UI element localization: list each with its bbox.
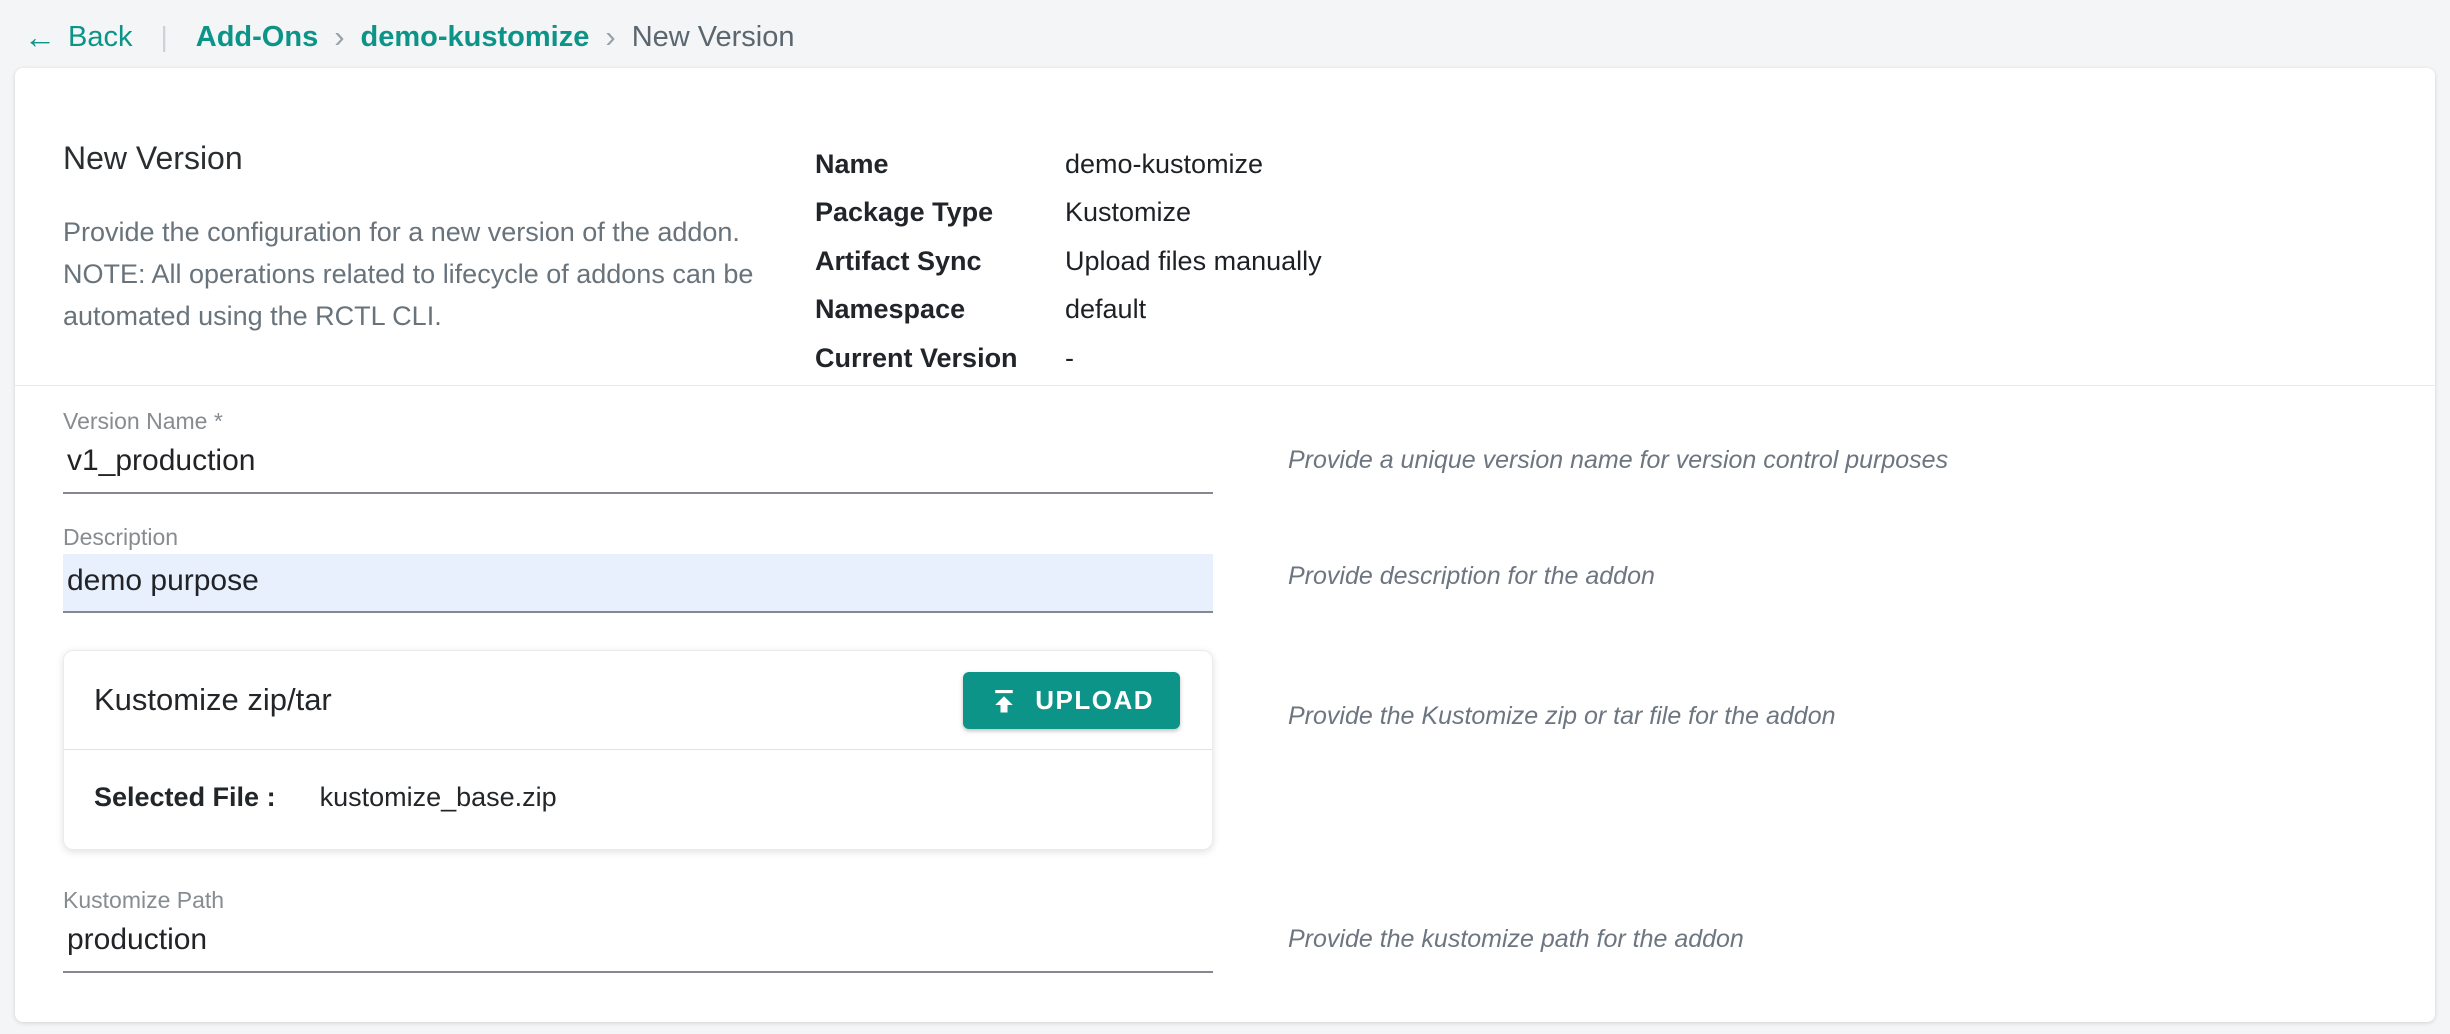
version-name-row: Version Name * Provide a unique version …: [63, 406, 2435, 494]
page-description: Provide the configuration for a new vers…: [63, 211, 795, 337]
breadcrumb-item-addon-name[interactable]: demo-kustomize: [361, 21, 590, 54]
version-name-field: Version Name *: [63, 406, 1213, 494]
version-name-helper: Provide a unique version name for versio…: [1288, 406, 1948, 494]
info-label-package-type: Package Type: [815, 191, 1065, 239]
page-title: New Version: [63, 140, 795, 177]
kustomize-path-helper: Provide the kustomize path for the addon: [1288, 885, 1744, 973]
selected-file-label: Selected File :: [94, 782, 276, 813]
new-version-form: Version Name * Provide a unique version …: [15, 386, 2435, 973]
breadcrumb-chevron-icon: ›: [334, 19, 344, 55]
kustomize-path-row: Kustomize Path Provide the kustomize pat…: [63, 885, 2435, 973]
upload-card-body: Selected File : kustomize_base.zip: [64, 750, 1212, 845]
upload-title: Kustomize zip/tar: [94, 682, 332, 718]
selected-file-name: kustomize_base.zip: [320, 782, 557, 813]
info-value-current-version: -: [1065, 337, 1322, 385]
description-input[interactable]: [63, 554, 1213, 613]
breadcrumb-chevron-icon: ›: [605, 19, 615, 55]
kustomize-path-label: Kustomize Path: [63, 885, 1213, 915]
breadcrumb: ← Back | Add-Ons › demo-kustomize › New …: [0, 0, 2450, 68]
back-label: Back: [68, 21, 132, 54]
upload-helper: Provide the Kustomize zip or tar file fo…: [1288, 650, 1836, 850]
info-label-current-version: Current Version: [815, 337, 1065, 385]
description-label: Description: [63, 522, 1213, 552]
upload-icon: [989, 685, 1019, 715]
upload-button-label: UPLOAD: [1035, 685, 1154, 716]
info-value-name: demo-kustomize: [1065, 143, 1322, 191]
version-name-input[interactable]: [63, 438, 1213, 494]
back-arrow-icon: ←: [24, 21, 56, 53]
info-label-artifact-sync: Artifact Sync: [815, 240, 1065, 288]
addon-info-panel: Name demo-kustomize Package Type Kustomi…: [815, 140, 1322, 385]
upload-card-header: Kustomize zip/tar UPLOAD: [64, 651, 1212, 750]
kustomize-path-field: Kustomize Path: [63, 885, 1213, 973]
info-label-namespace: Namespace: [815, 288, 1065, 336]
card-header: New Version Provide the configuration fo…: [15, 68, 2435, 386]
kustomize-path-input[interactable]: [63, 917, 1213, 973]
upload-button[interactable]: UPLOAD: [963, 672, 1180, 729]
upload-row: Kustomize zip/tar UPLOAD Selected File :…: [63, 650, 2435, 850]
breadcrumb-item-addons[interactable]: Add-Ons: [196, 21, 318, 54]
breadcrumb-item-current: New Version: [632, 21, 795, 54]
info-value-namespace: default: [1065, 288, 1322, 336]
info-value-artifact-sync: Upload files manually: [1065, 240, 1322, 288]
header-intro: New Version Provide the configuration fo…: [63, 140, 795, 385]
version-name-label: Version Name *: [63, 406, 1213, 436]
description-helper: Provide description for the addon: [1288, 522, 1655, 613]
description-field: Description: [63, 522, 1213, 613]
info-value-package-type: Kustomize: [1065, 191, 1322, 239]
breadcrumb-separator: |: [160, 21, 167, 53]
new-version-card: New Version Provide the configuration fo…: [15, 68, 2435, 1022]
info-label-name: Name: [815, 143, 1065, 191]
back-button[interactable]: ← Back: [24, 21, 132, 54]
upload-card: Kustomize zip/tar UPLOAD Selected File :…: [63, 650, 1213, 850]
description-row: Description Provide description for the …: [63, 522, 2435, 613]
